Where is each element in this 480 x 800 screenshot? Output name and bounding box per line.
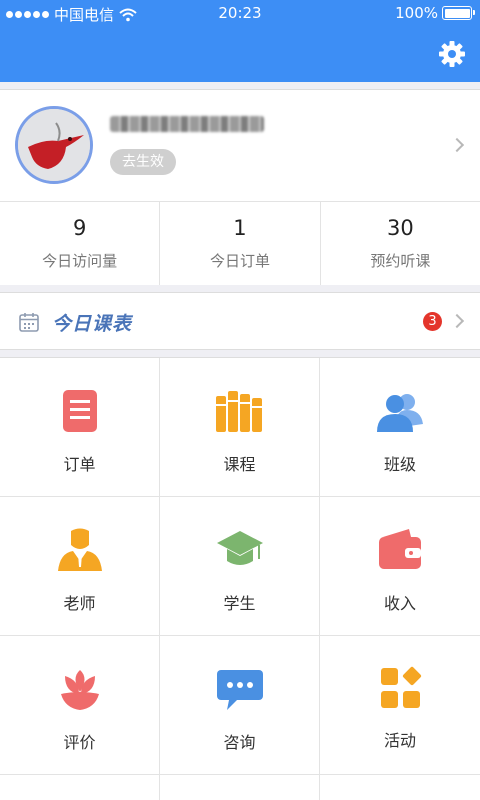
menu-item-label: 活动	[383, 731, 416, 750]
profile-name-blurred	[110, 116, 264, 132]
menu-item-activities[interactable]: 活动	[320, 636, 480, 775]
menu-item-orders[interactable]: 订单	[0, 358, 160, 497]
course-books-icon	[215, 391, 262, 432]
activity-blocks-icon	[381, 666, 422, 708]
schedule-count-badge: 3	[423, 312, 442, 331]
menu-row-partial	[160, 775, 320, 800]
stat-value: 1	[233, 216, 247, 240]
flower-icon	[60, 670, 99, 710]
chevron-right-icon	[449, 137, 465, 153]
menu-item-label: 收入	[383, 594, 416, 613]
menu-item-students[interactable]: 学生	[160, 497, 320, 636]
app-header: 中国电信 20:23 100%	[0, 0, 480, 82]
stat-orders[interactable]: 1 今日订单	[160, 202, 321, 285]
graduation-cap-icon	[216, 531, 263, 565]
stat-value: 30	[386, 216, 414, 240]
battery-percent: 100%	[395, 4, 438, 22]
menu-row-partial	[320, 775, 480, 800]
menu-grid: 订单 课程 班级 老师 学生 收入 评价 咨询 活动	[0, 357, 480, 800]
menu-item-consult[interactable]: 咨询	[160, 636, 320, 775]
order-icon	[62, 390, 97, 432]
stats-row: 9 今日访问量 1 今日订单 30 预约听课	[0, 201, 480, 285]
menu-item-label: 班级	[383, 455, 416, 474]
menu-item-income[interactable]: 收入	[320, 497, 480, 636]
chat-bubble-icon	[216, 670, 263, 710]
battery-icon	[442, 6, 475, 20]
profile-card[interactable]: 去生效	[0, 89, 480, 201]
today-schedule-row[interactable]: 今日课表 3	[0, 292, 480, 350]
schedule-title: 今日课表	[52, 313, 133, 335]
stat-label: 预约听课	[370, 252, 431, 270]
stat-value: 9	[72, 216, 87, 240]
stat-visits[interactable]: 9 今日访问量	[0, 202, 161, 285]
menu-item-courses[interactable]: 课程	[160, 358, 320, 497]
menu-item-classes[interactable]: 班级	[320, 358, 480, 497]
menu-item-reviews[interactable]: 评价	[0, 636, 160, 775]
calendar-icon	[19, 313, 39, 332]
stat-label: 今日订单	[209, 252, 270, 270]
settings-gear-icon[interactable]	[438, 40, 466, 68]
menu-item-teachers[interactable]: 老师	[0, 497, 160, 636]
avatar-image	[18, 109, 90, 181]
menu-item-label: 评价	[63, 733, 96, 752]
teacher-icon	[57, 528, 102, 571]
activate-status-badge[interactable]: 去生效	[110, 149, 176, 175]
stat-label: 今日访问量	[42, 252, 118, 270]
menu-item-label: 学生	[223, 594, 256, 613]
wallet-icon	[379, 529, 421, 569]
menu-item-label: 老师	[63, 594, 96, 613]
battery-group: 100%	[395, 4, 475, 22]
stat-bookings[interactable]: 30 预约听课	[321, 202, 480, 285]
status-bar: 中国电信 20:23 100%	[0, 0, 480, 26]
menu-item-label: 订单	[63, 455, 96, 474]
class-people-icon	[377, 394, 423, 432]
menu-item-label: 咨询	[223, 733, 256, 752]
menu-item-label: 课程	[223, 455, 256, 474]
menu-row-partial	[0, 775, 160, 800]
chevron-right-icon	[449, 313, 465, 329]
avatar[interactable]	[15, 106, 93, 184]
